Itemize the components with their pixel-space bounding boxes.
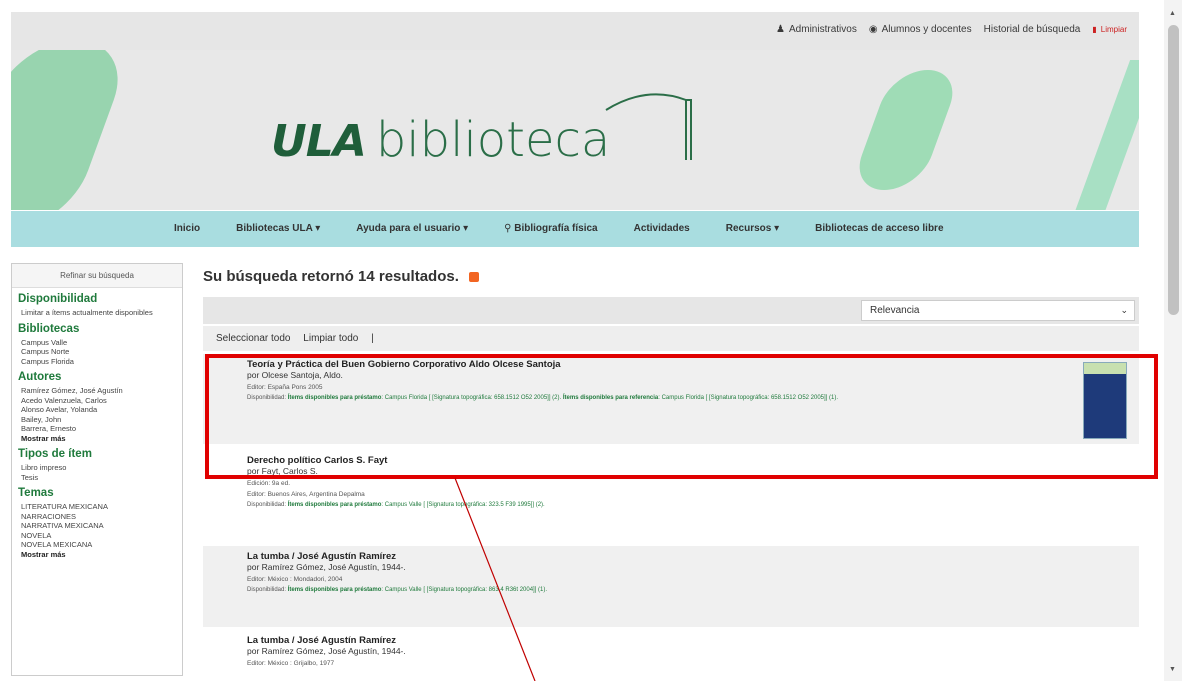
- facet-item[interactable]: Acedo Valenzuela, Carlos: [18, 396, 176, 406]
- search-icon: ⚲: [504, 223, 515, 234]
- decorative-shape: [11, 50, 136, 210]
- result-title[interactable]: La tumba / José Agustín Ramírez: [247, 551, 1139, 562]
- facet-item[interactable]: Campus Florida: [18, 357, 176, 367]
- result-availability: Disponibilidad: Ítems disponibles para p…: [247, 502, 545, 508]
- result-publisher: Editor: México : Mondadori, 2004: [247, 576, 343, 583]
- scrollbar-thumb[interactable]: [1168, 25, 1179, 315]
- results-heading: Su búsqueda retornó 14 resultados.: [203, 268, 479, 285]
- book-icon: [605, 93, 692, 160]
- facet-heading-libraries: Bibliotecas: [18, 322, 80, 335]
- facet-item[interactable]: NOVELA: [18, 531, 176, 541]
- selection-bar: Seleccionar todo Limpiar todo |: [203, 326, 1139, 351]
- nav-item-bibliotecas-ula[interactable]: Bibliotecas ULA ▾: [236, 223, 320, 234]
- sort-select[interactable]: Relevancia ⌄: [861, 300, 1135, 321]
- scroll-down-icon[interactable]: ▼: [1169, 666, 1176, 673]
- facet-item[interactable]: Tesis: [18, 473, 176, 483]
- library-logo[interactable]: ULA biblioteca: [271, 112, 610, 168]
- nav-item-recursos[interactable]: Recursos ▾: [726, 223, 779, 234]
- facet-heading-availability: Disponibilidad: [18, 293, 98, 305]
- result-publisher: Editor: México : Grijalbo, 1977: [247, 660, 335, 667]
- facet-item[interactable]: LITERATURA MEXICANA: [18, 502, 176, 512]
- facet-item[interactable]: Campus Norte: [18, 347, 176, 357]
- library-banner: ULA biblioteca: [11, 50, 1139, 210]
- show-more-authors[interactable]: Mostrar más: [18, 434, 176, 444]
- logo-text: biblioteca: [375, 112, 611, 168]
- result-title[interactable]: La tumba / José Agustín Ramírez: [247, 635, 1139, 646]
- select-all-link[interactable]: Seleccionar todo: [216, 333, 291, 344]
- chevron-down-icon: ⌄: [1120, 305, 1128, 315]
- refine-sidebar: Refinar su búsqueda Disponibilidad Limit…: [11, 263, 183, 676]
- facet-heading-authors: Autores: [18, 371, 62, 383]
- divider: |: [371, 333, 374, 344]
- result-availability: Disponibilidad: Ítems disponibles para p…: [247, 587, 548, 593]
- decorative-shape: [849, 70, 963, 190]
- page-scrollbar[interactable]: ▲ ▼: [1164, 0, 1182, 681]
- facet-heading-item-types: Tipos de ítem: [18, 448, 92, 460]
- main-navigation: Inicio Bibliotecas ULA ▾ Ayuda para el u…: [11, 211, 1139, 247]
- result-publisher: Editor: Buenos Aires, Argentina Depalma: [247, 491, 365, 498]
- result-author[interactable]: por Ramírez Gómez, José Agustín, 1944-.: [247, 646, 1139, 656]
- nav-item-ayuda[interactable]: Ayuda para el usuario ▾: [356, 223, 468, 234]
- facet-item[interactable]: Ramírez Gómez, José Agustín: [18, 386, 176, 396]
- nav-item-inicio[interactable]: Inicio: [174, 223, 200, 234]
- user-icon: ♟: [776, 24, 786, 35]
- facet-item[interactable]: NARRACIONES: [18, 512, 176, 522]
- show-more-topics[interactable]: Mostrar más: [18, 550, 176, 560]
- result-author[interactable]: por Ramírez Gómez, José Agustín, 1944-.: [247, 562, 1139, 572]
- page: ♟ Administrativos ◉ Alumnos y docentes H…: [0, 0, 1182, 681]
- facet-item[interactable]: Alonso Avelar, Yolanda: [18, 405, 176, 415]
- facet-item[interactable]: Libro impreso: [18, 463, 176, 473]
- students-link[interactable]: ◉ Alumnos y docentes: [869, 24, 972, 35]
- refine-heading: Refinar su búsqueda: [12, 264, 182, 288]
- facet-heading-topics: Temas: [18, 487, 54, 499]
- nav-item-acceso-libre[interactable]: Bibliotecas de acceso libre: [815, 223, 943, 234]
- highlight-box: [205, 354, 1158, 479]
- facet-item[interactable]: NARRATIVA MEXICANA: [18, 521, 176, 531]
- decorative-shape: [1071, 60, 1139, 210]
- facet-item[interactable]: Limitar a ítems actualmente disponibles: [18, 308, 176, 318]
- trash-icon: ▮: [1092, 25, 1097, 34]
- search-history-link[interactable]: Historial de búsqueda: [984, 24, 1081, 35]
- result-row: La tumba / José Agustín Ramírez por Ramí…: [203, 630, 1139, 681]
- admin-link[interactable]: ♟ Administrativos: [776, 24, 857, 35]
- sort-bar: Relevancia ⌄: [203, 297, 1139, 324]
- users-icon: ◉: [868, 24, 878, 35]
- clear-all-link[interactable]: Limpiar todo: [303, 333, 358, 344]
- facet-item[interactable]: NOVELA MEXICANA: [18, 540, 176, 550]
- top-utility-bar: ♟ Administrativos ◉ Alumnos y docentes H…: [11, 12, 1139, 50]
- facet-item[interactable]: Barrera, Ernesto: [18, 424, 176, 434]
- facet-item[interactable]: Bailey, John: [18, 415, 176, 425]
- result-row: La tumba / José Agustín Ramírez por Ramí…: [203, 546, 1139, 627]
- rss-icon[interactable]: [468, 271, 479, 282]
- scroll-up-icon[interactable]: ▲: [1169, 10, 1176, 17]
- clear-history-link[interactable]: ▮ Limpiar: [1092, 25, 1127, 34]
- facet-item[interactable]: Campus Valle: [18, 338, 176, 348]
- logo-mark: ULA: [271, 116, 367, 167]
- nav-item-actividades[interactable]: Actividades: [634, 223, 690, 234]
- nav-item-bibliografia[interactable]: ⚲ Bibliografía física: [504, 223, 597, 234]
- result-edition: Edición: 9a ed.: [247, 480, 291, 487]
